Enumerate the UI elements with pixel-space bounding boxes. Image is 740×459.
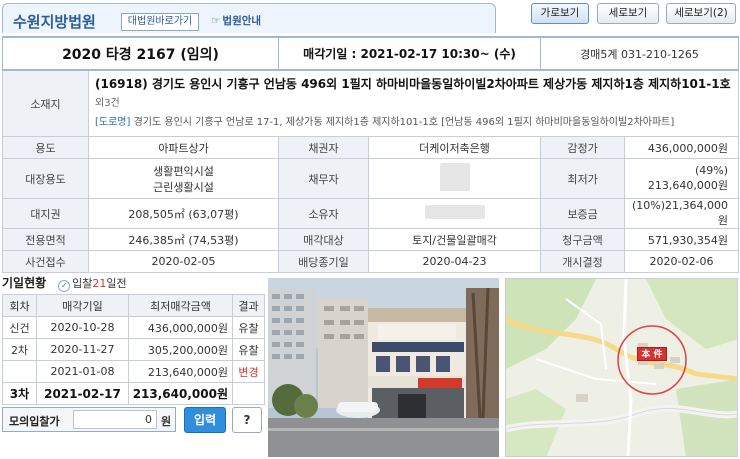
min-price-value: (49%) 213,640,000원 <box>624 158 740 199</box>
history-header: 결과 <box>232 294 265 317</box>
address-label: 소재지 <box>2 69 89 137</box>
property-photo[interactable] <box>268 278 499 457</box>
vertical-view-button[interactable]: 세로보기 <box>597 3 659 24</box>
sale-date: 매각기일 : 2021-02-17 10:30~ (수) <box>277 36 542 71</box>
result-cell <box>232 382 265 405</box>
receipt-value: 2020-02-05 <box>88 250 279 273</box>
appraisal-value: 436,000,000원 <box>624 136 740 159</box>
result-cell: 변경 <box>232 360 265 383</box>
road-address-tag: [도로명] <box>95 117 131 128</box>
history-header: 매각기일 <box>36 294 129 317</box>
round-cell: 신건 <box>2 316 37 339</box>
owner-value <box>367 198 542 229</box>
amount-cell: 213,640,000원 <box>128 382 233 405</box>
round-cell <box>2 360 37 383</box>
horizontal-view-button[interactable]: 가로보기 <box>531 3 589 24</box>
map-image <box>506 279 737 456</box>
amount-cell: 436,000,000원 <box>128 316 233 339</box>
check-icon: ✓ <box>58 280 71 292</box>
sale-target-label: 매각대상 <box>278 228 369 251</box>
usage-label: 용도 <box>2 136 89 159</box>
date-cell: 2020-11-27 <box>36 338 129 361</box>
court-contact: 경매5계 031-210-1265 <box>540 36 740 71</box>
location-map[interactable]: 本 件 <box>505 278 738 457</box>
road-address: 경기도 용인시 기흥구 언남로 17-1, 제상가동 제지하1층 제지하101-… <box>133 117 675 128</box>
amount-cell: 213,640,000원 <box>128 360 233 383</box>
sale-target-value: 토지/건물일괄매각 <box>367 228 542 251</box>
date-cell: 2020-10-28 <box>36 316 129 339</box>
receipt-label: 사건접수 <box>2 250 89 273</box>
min-price-label: 최저가 <box>540 158 626 199</box>
creditor-label: 채권자 <box>278 136 369 159</box>
usage-value: 아파트상가 <box>88 136 279 159</box>
submit-bid-button[interactable]: 입력 <box>184 407 226 433</box>
mock-bid-box: 모의입찰가 0 원 <box>2 407 176 432</box>
table-row: 3차 2021-02-17 213,640,000원 <box>2 382 265 405</box>
claim-label: 청구금액 <box>540 228 626 251</box>
table-row: 2차 2020-11-27 305,200,000원 유찰 <box>2 338 265 361</box>
history-title: 기일현황 ✓ 입찰21일전 <box>2 276 127 292</box>
creditor-value: 더케이저축은행 <box>367 136 542 159</box>
vertical-view-2-button[interactable]: 세로보기(2) <box>666 3 736 24</box>
debtor-label: 채무자 <box>278 158 369 199</box>
land-right-label: 대지권 <box>2 198 89 229</box>
redacted-block <box>439 163 470 191</box>
court-header: 수원지방법원 대법원바로가기 ☞ 법원안내 <box>2 3 496 33</box>
address-cell: (16918) 경기도 용인시 기흥구 언남동 496외 1필지 하마비마을동일… <box>87 69 740 137</box>
area-value: 246,385㎡ (74,53평) <box>88 228 279 251</box>
court-link-button[interactable]: 대법원바로가기 <box>121 13 199 31</box>
address-main: (16918) 경기도 용인시 기흥구 언남동 496외 1필지 하마비마을동일… <box>95 77 731 91</box>
case-number: 2020 타경 2167 (임의) <box>2 36 279 71</box>
history-table: 회차 매각기일 최저매각금액 결과 신건 2020-10-28 436,000,… <box>2 294 265 405</box>
dividend-value: 2020-04-23 <box>367 250 542 273</box>
map-marker: 本 件 <box>637 347 667 361</box>
start-label: 개시결정 <box>540 250 626 273</box>
mock-bid-label: 모의입찰가 <box>9 415 60 428</box>
result-cell: 유찰 <box>232 316 265 339</box>
pointing-hand-icon: ☞ <box>211 15 221 27</box>
table-row: 2021-01-08 213,640,000원 변경 <box>2 360 265 383</box>
amount-cell: 305,200,000원 <box>128 338 233 361</box>
deposit-label: 보증금 <box>540 198 626 229</box>
debtor-value <box>367 158 542 199</box>
result-cell: 유찰 <box>232 338 265 361</box>
help-button[interactable]: ? <box>232 407 262 433</box>
redacted-block <box>424 205 485 219</box>
table-row: 신건 2020-10-28 436,000,000원 유찰 <box>2 316 265 339</box>
mock-bid-input[interactable]: 0 <box>73 410 157 429</box>
area-label: 전용면적 <box>2 228 89 251</box>
main-usage-value: 생활편익시설 근린생활시설 <box>88 158 279 199</box>
history-header: 최저매각금액 <box>128 294 233 317</box>
history-header-row: 회차 매각기일 최저매각금액 결과 <box>2 294 265 317</box>
appraisal-label: 감정가 <box>540 136 626 159</box>
land-right-value: 208,505㎡ (63,07평) <box>88 198 279 229</box>
deposit-value: (10%)21,364,000원 <box>624 198 740 229</box>
mock-bid-unit: 원 <box>161 415 172 428</box>
owner-label: 소유자 <box>278 198 369 229</box>
dividend-label: 배당종기일 <box>278 250 369 273</box>
claim-value: 571,930,354원 <box>624 228 740 251</box>
round-cell: 3차 <box>2 382 37 405</box>
court-info-label: 법원안내 <box>222 15 262 27</box>
address-etc: 외3건 <box>95 98 120 109</box>
main-usage-label: 대장용도 <box>2 158 89 199</box>
case-info-table: 2020 타경 2167 (임의) 매각기일 : 2021-02-17 10:3… <box>2 36 740 273</box>
date-cell: 2021-01-08 <box>36 360 129 383</box>
round-cell: 2차 <box>2 338 37 361</box>
history-header: 회차 <box>2 294 37 317</box>
court-info-link[interactable]: ☞ 법원안내 <box>211 13 261 28</box>
start-value: 2020-02-06 <box>624 250 740 273</box>
date-cell: 2021-02-17 <box>36 382 129 405</box>
court-name: 수원지방법원 <box>13 13 96 31</box>
bid-countdown: 입찰21일전 <box>72 277 127 290</box>
building-photo-image <box>268 278 499 457</box>
